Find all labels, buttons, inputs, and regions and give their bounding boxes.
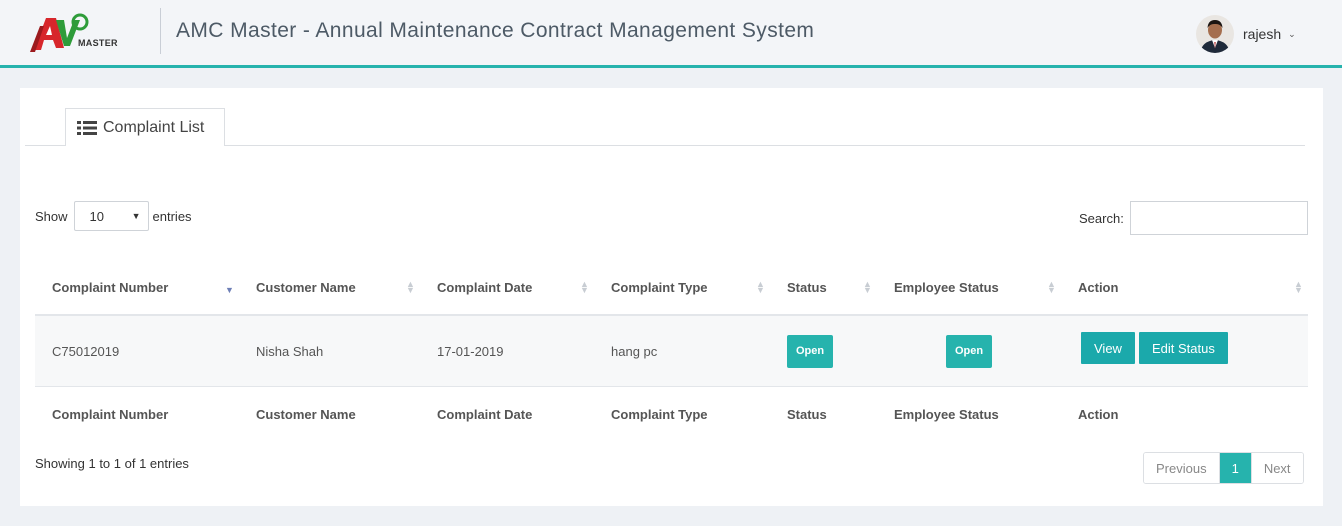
cell-employee-status: Open bbox=[946, 316, 993, 386]
search-control: Search: bbox=[1079, 201, 1308, 235]
sort-both-icon[interactable]: ▲ ▼ bbox=[756, 280, 765, 295]
avatar bbox=[1196, 15, 1234, 53]
entries-select-value: 10 bbox=[89, 208, 104, 224]
column-header-status[interactable]: Status bbox=[787, 260, 827, 314]
user-name: rajesh bbox=[1243, 26, 1282, 42]
complaint-list-card: Complaint List Show 10 ▼ entries Search:… bbox=[20, 88, 1323, 506]
column-header-action[interactable]: Action bbox=[1078, 260, 1118, 314]
status-badge: Open bbox=[787, 334, 834, 368]
column-header-employee-status[interactable]: Employee Status bbox=[894, 260, 999, 314]
cell-complaint-date: 17-01-2019 bbox=[437, 343, 504, 359]
sort-desc-icon[interactable]: ▼ bbox=[225, 286, 234, 295]
sort-both-icon[interactable]: ▲ ▼ bbox=[863, 280, 872, 295]
sort-both-icon[interactable]: ▲ ▼ bbox=[580, 280, 589, 295]
page-1-button[interactable]: 1 bbox=[1218, 453, 1251, 483]
column-header-complaint-type[interactable]: Complaint Type bbox=[611, 260, 708, 314]
search-label: Search: bbox=[1079, 210, 1124, 226]
cell-action: View Edit Status bbox=[1081, 313, 1232, 383]
chevron-down-icon: ⌄ bbox=[1288, 28, 1296, 39]
entries-length-control: Show 10 ▼ entries bbox=[35, 201, 192, 231]
edit-status-button[interactable]: Edit Status bbox=[1138, 332, 1228, 364]
complaints-table: Complaint Number ▼ Customer Name ▲ ▼ Comp… bbox=[35, 260, 1308, 441]
tab-complaint-list[interactable]: Complaint List bbox=[65, 108, 225, 146]
show-label: Show bbox=[35, 208, 68, 224]
table-header-row: Complaint Number ▼ Customer Name ▲ ▼ Comp… bbox=[35, 260, 1308, 316]
search-input[interactable] bbox=[1129, 201, 1308, 235]
amc-master-logo[interactable]: MASTER bbox=[30, 12, 120, 54]
top-navbar: MASTER AMC Master - Annual Maintenance C… bbox=[0, 0, 1342, 68]
next-page-button[interactable]: Next bbox=[1250, 453, 1303, 483]
footer-complaint-type: Complaint Type bbox=[611, 406, 708, 422]
footer-customer-name: Customer Name bbox=[256, 406, 356, 422]
cell-status: Open bbox=[787, 316, 834, 386]
cell-customer-name: Nisha Shah bbox=[256, 343, 324, 359]
cell-complaint-number: C75012019 bbox=[52, 343, 120, 359]
table-row: C75012019 Nisha Shah 17-01-2019 hang pc … bbox=[35, 316, 1308, 387]
column-header-complaint-date[interactable]: Complaint Date bbox=[437, 260, 532, 314]
footer-employee-status: Employee Status bbox=[894, 406, 999, 422]
footer-complaint-date: Complaint Date bbox=[437, 406, 533, 422]
footer-status: Status bbox=[787, 406, 827, 422]
tab-label: Complaint List bbox=[103, 118, 205, 136]
logo-text: MASTER bbox=[78, 38, 118, 48]
sort-both-icon[interactable]: ▲ ▼ bbox=[406, 280, 415, 295]
table-footer-row: Complaint Number Customer Name Complaint… bbox=[35, 387, 1308, 441]
caret-down-icon: ▼ bbox=[131, 211, 141, 221]
previous-page-button[interactable]: Previous bbox=[1144, 453, 1219, 483]
app-title: AMC Master - Annual Maintenance Contract… bbox=[176, 19, 815, 42]
column-header-customer-name[interactable]: Customer Name bbox=[256, 260, 356, 314]
column-header-complaint-number[interactable]: Complaint Number bbox=[52, 260, 168, 314]
footer-action: Action bbox=[1078, 406, 1119, 422]
employee-status-badge: Open bbox=[946, 334, 993, 368]
view-button[interactable]: View bbox=[1081, 332, 1135, 364]
table-info: Showing 1 to 1 of 1 entries bbox=[35, 456, 189, 471]
list-icon bbox=[77, 120, 97, 135]
sort-both-icon[interactable]: ▲ ▼ bbox=[1294, 280, 1303, 295]
entries-select[interactable]: 10 ▼ bbox=[73, 201, 149, 231]
footer-complaint-number: Complaint Number bbox=[52, 406, 169, 422]
user-menu[interactable]: rajesh ⌄ bbox=[1196, 14, 1296, 54]
sort-both-icon[interactable]: ▲ ▼ bbox=[1047, 280, 1056, 295]
header-divider bbox=[160, 8, 161, 54]
cell-complaint-type: hang pc bbox=[611, 343, 658, 359]
entries-label: entries bbox=[152, 208, 192, 224]
pagination: Previous 1 Next bbox=[1143, 452, 1304, 484]
